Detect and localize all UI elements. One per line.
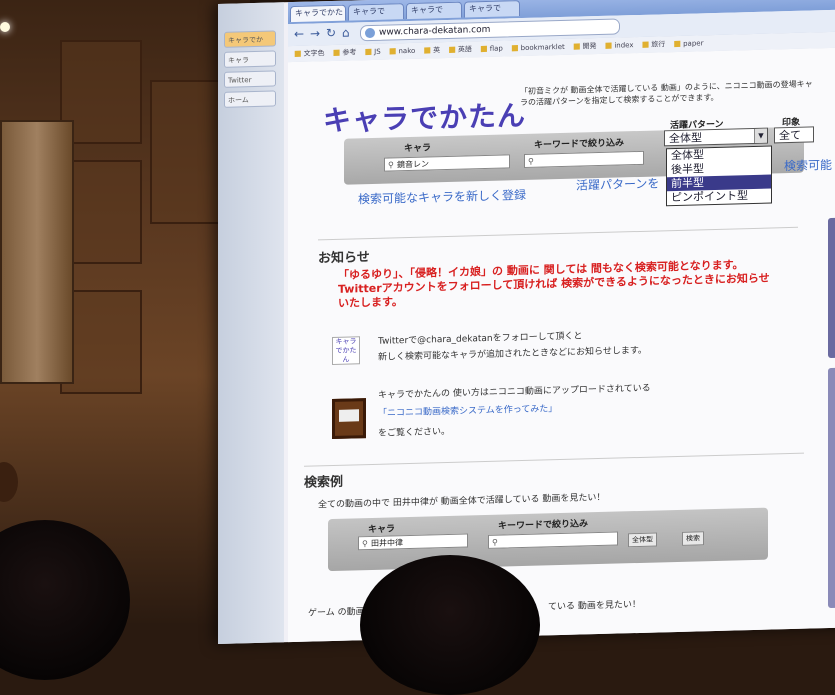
example-search-panel: キャラ ⚲ 田井中律 キーワードで絞り込み ⚲ 全体型 検索 bbox=[328, 507, 768, 572]
twitter-line-2: 新しく検索可能なキャラが追加されたときなどにお知らせします。 bbox=[378, 345, 647, 363]
sidebar-item[interactable]: キャラでか bbox=[224, 30, 276, 48]
example-chara-value: 田井中律 bbox=[371, 538, 403, 548]
divider bbox=[318, 226, 798, 241]
wall-painting bbox=[0, 120, 74, 384]
bookmark-item[interactable]: 開発 bbox=[573, 38, 597, 55]
searchable-link[interactable]: 検索可能 bbox=[784, 156, 832, 174]
bookmark-item[interactable]: index bbox=[605, 37, 633, 54]
chara-label: キャラ bbox=[404, 143, 432, 155]
pattern-selected: 全体型 bbox=[669, 131, 702, 146]
bookmark-item[interactable]: 旅行 bbox=[642, 36, 665, 53]
search-icon: ⚲ bbox=[388, 160, 394, 170]
divider bbox=[304, 452, 804, 467]
bookmark-item[interactable]: 文字色 bbox=[294, 45, 325, 62]
sort-select[interactable]: 全て bbox=[774, 126, 814, 144]
os-sidebar: キャラでか キャラ Twitter ホーム bbox=[218, 2, 284, 645]
bookmark-item[interactable]: paper bbox=[674, 35, 703, 52]
sidebar-item[interactable]: ホーム bbox=[224, 90, 276, 108]
right-sidebar-panel bbox=[828, 367, 835, 609]
reload-icon[interactable]: ↻ bbox=[326, 26, 336, 40]
globe-icon bbox=[365, 27, 375, 39]
usage-video-link[interactable]: 「ニコニコ動画検索システムを作ってみた」 bbox=[378, 403, 557, 421]
projection-screen: キャラでか キャラ Twitter ホーム キャラでかた キャラで キャラで キ… bbox=[218, 0, 835, 645]
bookmark-item[interactable]: bookmarklet bbox=[511, 39, 565, 56]
url-text: www.chara-dekatan.com bbox=[379, 24, 491, 38]
right-sidebar-panel bbox=[828, 217, 835, 359]
example-2-suffix: ている 動画を見たい！ bbox=[548, 599, 641, 613]
keyword-label: キーワードで絞り込み bbox=[534, 138, 625, 151]
chara-input[interactable]: ⚲ 鏡音レン bbox=[384, 154, 510, 172]
usage-line-3: をご覧ください。 bbox=[378, 426, 451, 439]
examples-heading: 検索例 bbox=[304, 474, 344, 491]
twitter-badge-icon: キャラでかたん bbox=[332, 336, 360, 366]
home-icon[interactable]: ⌂ bbox=[342, 26, 350, 40]
example-1-text: 全ての動画の中で 田井中律が 動画全体で活躍している 動画を見たい！ bbox=[318, 492, 606, 511]
browser-tab[interactable]: キャラで bbox=[348, 3, 404, 21]
chevron-down-icon: ▼ bbox=[754, 128, 767, 143]
bookmark-item[interactable]: flap bbox=[480, 41, 503, 58]
audience-head bbox=[360, 555, 540, 695]
example-2-prefix: ゲーム の動画 bbox=[308, 607, 365, 619]
search-icon: ⚲ bbox=[528, 156, 534, 166]
bookmark-item[interactable]: 参考 bbox=[333, 44, 356, 61]
usage-line-1: キャラでかたんの 使い方はニコニコ動画にアップロードされている bbox=[378, 383, 651, 401]
back-arrow-icon[interactable]: ← bbox=[294, 27, 304, 41]
browser-tab[interactable]: キャラでかた bbox=[290, 4, 346, 23]
example-chara-label: キャラ bbox=[368, 524, 396, 536]
bookmark-item[interactable]: nako bbox=[389, 43, 415, 60]
browser-tab[interactable]: キャラで bbox=[464, 0, 520, 18]
forward-arrow-icon[interactable]: → bbox=[310, 26, 320, 40]
pattern-link[interactable]: 活躍パターンを bbox=[576, 174, 659, 193]
news-notice: 「ゆるゆり」、「侵略！イカ娘」の 動画に 関しては 間もなく検索可能となります。… bbox=[338, 258, 770, 310]
register-link[interactable]: 検索可能なキャラを新しく登録 bbox=[358, 186, 526, 207]
search-icon: ⚲ bbox=[362, 539, 368, 549]
keyword-input[interactable]: ⚲ bbox=[524, 150, 644, 168]
video-thumbnail-icon bbox=[332, 398, 366, 440]
pattern-select[interactable]: 全体型 ▼ bbox=[664, 127, 768, 147]
dropdown-option[interactable]: ピンポイント型 bbox=[667, 189, 771, 206]
ceiling-light bbox=[0, 22, 10, 32]
pattern-dropdown: 全体型 後半型 前半型 ピンポイント型 bbox=[666, 145, 772, 207]
sidebar-item[interactable]: キャラ bbox=[224, 50, 276, 68]
bookmark-item[interactable]: JS bbox=[365, 44, 381, 60]
bookmark-item[interactable]: 英語 bbox=[448, 41, 472, 58]
sidebar-item[interactable]: Twitter bbox=[224, 70, 276, 88]
example-search-button[interactable]: 検索 bbox=[682, 531, 704, 546]
example-keyword-label: キーワードで絞り込み bbox=[498, 519, 589, 532]
example-chara-input[interactable]: ⚲ 田井中律 bbox=[358, 533, 468, 551]
twitter-line-1: Twitterで@chara_dekatanをフォローして頂くと bbox=[378, 331, 583, 347]
site-logo[interactable]: キャラでかたん bbox=[323, 94, 526, 139]
news-heading: お知らせ bbox=[318, 250, 370, 267]
browser-tab[interactable]: キャラで bbox=[406, 1, 462, 20]
chara-value: 鏡音レン bbox=[397, 159, 429, 170]
site-description: 「初音ミクが 動画全体で活躍している 動画」のように、ニコニコ動画の登場キャラの… bbox=[520, 79, 813, 108]
example-keyword-input[interactable]: ⚲ bbox=[488, 531, 618, 549]
sort-value: 全て bbox=[779, 128, 801, 143]
web-page: キャラでかたん 「初音ミクが 動画全体で活躍している 動画」のように、ニコニコ動… bbox=[288, 47, 835, 643]
bookmark-item[interactable]: 英 bbox=[424, 42, 440, 58]
search-icon: ⚲ bbox=[492, 537, 498, 547]
example-pattern-select[interactable]: 全体型 bbox=[628, 532, 657, 548]
